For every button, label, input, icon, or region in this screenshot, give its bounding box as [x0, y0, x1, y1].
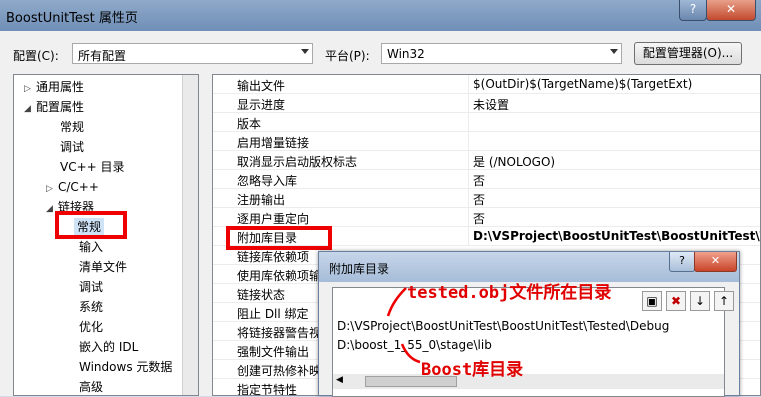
tree-scrollbar[interactable] — [182, 75, 198, 395]
annotation-tested-dir: tested.obj文件所在目录 — [407, 283, 612, 303]
property-row[interactable]: 版本 — [213, 113, 760, 132]
property-row[interactable]: 输出文件 $(OutDir)$(TargetName)$(TargetExt) — [213, 75, 760, 94]
dialog-close-button[interactable]: ✕ — [694, 252, 737, 272]
directory-entry[interactable]: D:\VSProject\BoostUnitTest\BoostUnitTest… — [337, 319, 669, 333]
highlight-box — [55, 211, 127, 239]
tree-item-idl[interactable]: 嵌入的 IDL — [79, 338, 138, 357]
tree-item-winmd[interactable]: Windows 元数据 — [79, 358, 172, 377]
tree-item-system[interactable]: 系统 — [79, 298, 103, 317]
close-button[interactable]: ✕ — [706, 0, 756, 21]
help-button[interactable]: ? — [679, 0, 707, 21]
tree-item-cpp[interactable]: ▷ C/C++ — [46, 178, 99, 197]
platform-label: 平台(P): — [325, 49, 370, 63]
property-row[interactable]: 显示进度 未设置 — [213, 94, 760, 113]
tree-item-debug[interactable]: 调试 — [60, 138, 84, 157]
tree-item-config[interactable]: ◢ 配置属性 — [24, 98, 84, 117]
tree-item-linker-input[interactable]: 输入 — [79, 238, 103, 257]
tree-item-linker-debug[interactable]: 调试 — [79, 278, 103, 297]
dialog-help-button[interactable]: ? — [669, 252, 695, 272]
dialog-title: 附加库目录 — [329, 262, 390, 276]
expand-icon[interactable]: ▷ — [24, 80, 36, 99]
tree-item-manifest[interactable]: 清单文件 — [79, 258, 127, 277]
config-label: 配置(C): — [13, 49, 59, 63]
chevron-down-icon — [610, 49, 618, 54]
property-row[interactable]: 注册输出否 — [213, 189, 760, 208]
tree-item-general[interactable]: 常规 — [60, 118, 84, 137]
tree-item-vc-dirs[interactable]: VC++ 目录 — [60, 158, 125, 177]
tree-item-common[interactable]: ▷ 通用属性 — [24, 78, 84, 97]
highlight-box — [226, 226, 332, 250]
expand-icon[interactable]: ▷ — [46, 180, 58, 199]
tree-item-advanced[interactable]: 高级 — [79, 378, 103, 395]
property-row[interactable]: 忽略导入库否 — [213, 170, 760, 189]
property-row[interactable]: 取消显示启动版权标志是 (/NOLOGO) — [213, 151, 760, 170]
horizontal-scrollbar[interactable]: ◀ — [333, 374, 724, 389]
additional-lib-dirs-dialog: 附加库目录 ? ✕ ▣ ✖ ↓ ↑ D:\VSProject\BoostUnit… — [318, 251, 740, 397]
delete-icon[interactable]: ✖ — [666, 291, 686, 311]
tree-item-optimize[interactable]: 优化 — [79, 318, 103, 337]
move-up-icon[interactable]: ↑ — [714, 291, 734, 311]
window-title: BoostUnitTest 属性页 — [6, 11, 138, 26]
collapse-icon[interactable]: ◢ — [24, 100, 36, 119]
chevron-down-icon — [301, 49, 309, 54]
platform-select[interactable]: Win32 — [381, 43, 622, 64]
property-row[interactable]: 逐用户重定向否 — [213, 208, 760, 227]
config-value: 所有配置 — [78, 49, 127, 63]
config-manager-button[interactable]: 配置管理器(O)... — [634, 42, 742, 65]
property-row[interactable]: 启用增量链接 — [213, 132, 760, 151]
new-folder-icon[interactable]: ▣ — [642, 291, 662, 311]
title-bar: BoostUnitTest 属性页 ? ✕ — [0, 0, 761, 31]
annotation-boost-dir: Boost库目录 — [421, 360, 524, 380]
annotation-arrow — [386, 287, 407, 317]
annotation-arrow — [400, 343, 421, 364]
move-down-icon[interactable]: ↓ — [690, 291, 710, 311]
scroll-left-icon[interactable]: ◀ — [336, 375, 343, 385]
config-select[interactable]: 所有配置 — [72, 43, 313, 64]
platform-value: Win32 — [387, 47, 425, 61]
